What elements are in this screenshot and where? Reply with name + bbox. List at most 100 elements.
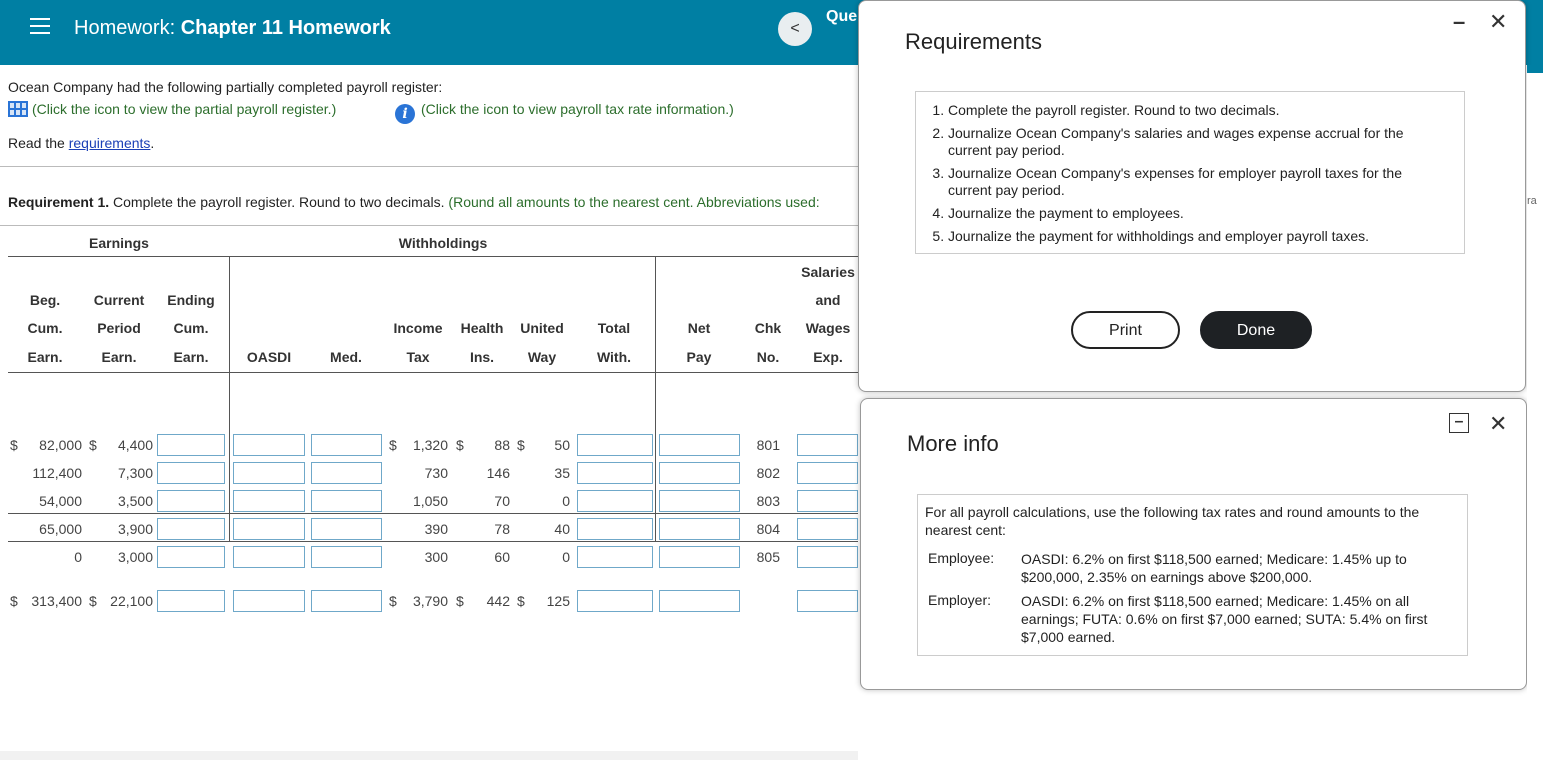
back-button[interactable]: < xyxy=(778,12,812,46)
col-total: With. xyxy=(596,349,632,365)
salaries-expense-total-input[interactable] xyxy=(797,590,858,612)
intro-text: Ocean Company had the following partiall… xyxy=(8,79,443,95)
health-ins: 442 xyxy=(486,593,510,609)
net-pay-input[interactable] xyxy=(659,434,740,456)
background-edge: ra xyxy=(1527,65,1543,695)
requirements-link[interactable]: requirements xyxy=(69,135,151,151)
total-withholdings-input[interactable] xyxy=(577,518,653,540)
united-way: 0 xyxy=(562,493,570,509)
print-button[interactable]: Print xyxy=(1071,311,1180,349)
req1-text: Complete the payroll register. Round to … xyxy=(109,194,449,210)
requirement-1-text: Requirement 1. Complete the payroll regi… xyxy=(8,194,820,210)
col-chk: Chk xyxy=(754,320,782,336)
requirement-item: Journalize Ocean Company's expenses for … xyxy=(948,165,1464,199)
net-pay-input[interactable] xyxy=(659,462,740,484)
employee-label: Employee: xyxy=(928,550,995,566)
dollar-sign: $ xyxy=(456,437,464,453)
done-button[interactable]: Done xyxy=(1200,311,1312,349)
medicare-input[interactable] xyxy=(311,518,382,540)
ending-cum-earn-input[interactable] xyxy=(157,518,225,540)
homework-title: Homework: Chapter 11 Homework xyxy=(74,17,391,40)
ending-cum-earn-input[interactable] xyxy=(157,434,225,456)
net-pay-input[interactable] xyxy=(659,546,740,568)
medicare-input[interactable] xyxy=(311,590,382,612)
salaries-expense-input[interactable] xyxy=(797,518,858,540)
current-period-earn: 4,400 xyxy=(117,437,153,453)
dollar-sign: $ xyxy=(389,593,397,609)
medicare-input[interactable] xyxy=(311,434,382,456)
beg-cum-earn: 82,000 xyxy=(39,437,82,453)
income-tax: 390 xyxy=(424,521,448,537)
bottom-strip xyxy=(0,751,858,760)
col-total: Total xyxy=(597,320,631,336)
salaries-expense-input[interactable] xyxy=(797,434,858,456)
ending-cum-earn-input[interactable] xyxy=(157,546,225,568)
spreadsheet-icon[interactable] xyxy=(8,101,28,117)
read-prefix: Read the xyxy=(8,135,69,151)
col-salaries: Exp. xyxy=(813,349,843,365)
requirement-item: Complete the payroll register. Round to … xyxy=(948,102,1464,119)
net-pay-input[interactable] xyxy=(659,490,740,512)
rule xyxy=(8,372,858,373)
total-withholdings-input[interactable] xyxy=(577,490,653,512)
oasdi-input[interactable] xyxy=(233,490,305,512)
medicare-input[interactable] xyxy=(311,462,382,484)
register-link[interactable]: (Click the icon to view the partial payr… xyxy=(8,101,336,117)
problem-content: Ocean Company had the following partiall… xyxy=(0,65,858,760)
income-tax: 3,790 xyxy=(412,593,448,609)
employer-label: Employer: xyxy=(928,592,992,608)
payroll-register: Earnings Withholdings Beg. Cum. Earn. Cu… xyxy=(0,225,858,612)
read-suffix: . xyxy=(150,135,155,151)
total-withholdings-input[interactable] xyxy=(577,590,653,612)
menu-icon[interactable] xyxy=(30,18,50,34)
salaries-expense-input[interactable] xyxy=(797,462,858,484)
health-ins: 78 xyxy=(494,521,510,537)
salaries-expense-input[interactable] xyxy=(797,546,858,568)
oasdi-input[interactable] xyxy=(233,518,305,540)
salaries-expense-input[interactable] xyxy=(797,490,858,512)
check-number: 803 xyxy=(756,493,780,509)
oasdi-input[interactable] xyxy=(233,590,305,612)
col-salaries: and xyxy=(815,292,841,308)
minimize-icon[interactable]: – xyxy=(1453,9,1465,35)
col-current: Period xyxy=(97,320,141,336)
earnings-group-header: Earnings xyxy=(89,235,149,251)
minimize-icon[interactable]: – xyxy=(1449,413,1469,433)
column-divider xyxy=(655,256,656,541)
health-ins: 88 xyxy=(494,437,510,453)
info-icon[interactable]: i xyxy=(395,104,415,124)
net-pay-input[interactable] xyxy=(659,518,740,540)
dollar-sign: $ xyxy=(517,593,525,609)
total-withholdings-input[interactable] xyxy=(577,434,653,456)
oasdi-input[interactable] xyxy=(233,462,305,484)
oasdi-input[interactable] xyxy=(233,546,305,568)
ending-cum-earn-input[interactable] xyxy=(157,490,225,512)
link-row: (Click the icon to view the partial payr… xyxy=(8,101,734,124)
medicare-input[interactable] xyxy=(311,490,382,512)
ending-cum-earn-input[interactable] xyxy=(157,590,225,612)
dollar-sign: $ xyxy=(389,437,397,453)
close-icon[interactable]: ✕ xyxy=(1489,9,1507,35)
total-withholdings-input[interactable] xyxy=(577,462,653,484)
income-tax: 1,320 xyxy=(412,437,448,453)
close-icon[interactable]: ✕ xyxy=(1489,411,1507,437)
question-label: Que xyxy=(826,8,858,25)
current-period-earn: 22,100 xyxy=(110,593,153,609)
net-pay-input[interactable] xyxy=(659,590,740,612)
total-withholdings-input[interactable] xyxy=(577,546,653,568)
medicare-input[interactable] xyxy=(311,546,382,568)
check-number: 802 xyxy=(756,465,780,481)
tax-link-text[interactable]: (Click the icon to view payroll tax rate… xyxy=(421,101,734,117)
title-prefix: Homework: xyxy=(74,17,176,39)
beg-cum-earn: 313,400 xyxy=(31,593,82,609)
current-period-earn: 3,000 xyxy=(117,549,153,565)
col-beg: Earn. xyxy=(27,349,63,365)
ending-cum-earn-input[interactable] xyxy=(157,462,225,484)
edge-teal-strip xyxy=(1527,65,1543,73)
col-chk: No. xyxy=(756,349,780,365)
tax-info-link[interactable]: i (Click the icon to view payroll tax rat… xyxy=(395,101,734,124)
register-link-text[interactable]: (Click the icon to view the partial payr… xyxy=(32,101,336,117)
col-current: Earn. xyxy=(101,349,137,365)
oasdi-input[interactable] xyxy=(233,434,305,456)
col-health: Ins. xyxy=(469,349,495,365)
